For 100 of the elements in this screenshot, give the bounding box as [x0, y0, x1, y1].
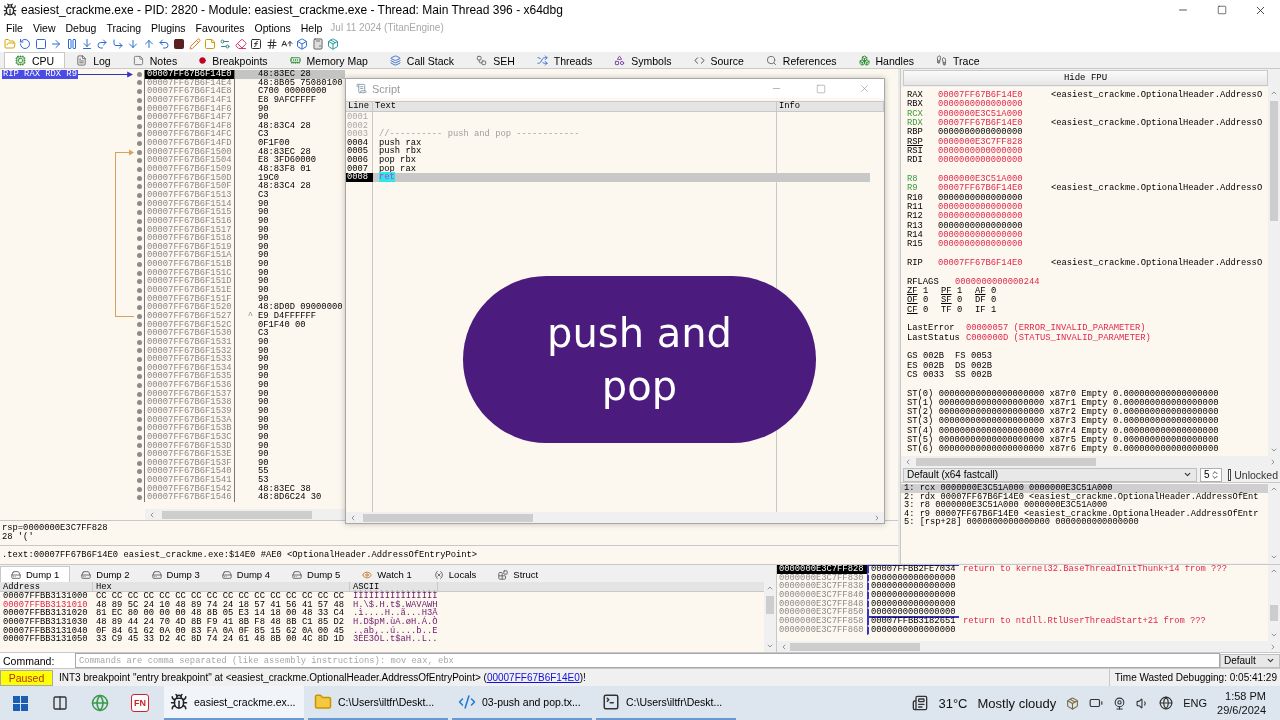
address-cell[interactable]: 00007FF67B6F1538	[144, 398, 235, 407]
argument-row[interactable]: 2: rdx 00007FF67B6F14E0 <easiest_crackme.OptionalHeader.AddressOfEnt	[901, 492, 1268, 501]
mode-dropdown[interactable]: Default	[1220, 653, 1280, 668]
address-cell[interactable]: 00007FF67B6F153A	[144, 415, 235, 425]
breakpoint-dot-icon[interactable]	[136, 486, 142, 492]
breakpoint-dot-icon[interactable]	[136, 158, 142, 164]
register-value[interactable]: 0000000E3C51A000	[938, 174, 1051, 185]
note-icon[interactable]	[204, 37, 217, 50]
right-chevron-icon[interactable]	[873, 513, 881, 522]
breakpoint-dot-icon[interactable]	[136, 175, 142, 181]
globe-icon[interactable]	[1159, 696, 1174, 710]
newspaper-icon[interactable]	[912, 695, 929, 711]
segment-value[interactable]: 002B	[923, 352, 955, 362]
address-cell[interactable]: 00007FF67B6F14FC	[144, 130, 235, 140]
tab[interactable]: Source	[682, 52, 755, 68]
column-header[interactable]: Text	[373, 102, 777, 111]
menu-item[interactable]: Favourites	[195, 21, 245, 34]
vertical-scrollbar[interactable]	[764, 582, 776, 652]
stack-address[interactable]: 0000000E3C7FF858	[777, 617, 867, 626]
address-cell[interactable]: 00007FF67B6F1515	[144, 208, 235, 217]
tab[interactable]: Breakpoints	[188, 52, 279, 68]
arrow-to-line-icon[interactable]	[80, 37, 93, 50]
address-cell[interactable]: 00007FF67B6F150D	[144, 173, 235, 183]
breakpoint-dot-icon[interactable]	[136, 279, 142, 285]
tab[interactable]: Dump 5	[281, 566, 352, 582]
hash-icon[interactable]	[265, 37, 278, 50]
stack-address[interactable]: 0000000E3C7FF850	[777, 608, 867, 618]
down-chevron-icon[interactable]	[1270, 446, 1278, 454]
tab[interactable]: Memory Map	[278, 52, 379, 68]
font-size-icon[interactable]	[281, 37, 294, 50]
filled-square-icon[interactable]	[173, 37, 186, 50]
register-value[interactable]: 00007FF67B6F14E0	[938, 119, 1051, 129]
tab[interactable]: CPU	[4, 52, 66, 68]
address-cell[interactable]: 00007FF67B6F153D	[144, 441, 235, 451]
breakpoint-dot-icon[interactable]	[136, 400, 142, 406]
square-icon[interactable]	[34, 37, 47, 50]
scroll-thumb[interactable]	[1270, 605, 1278, 621]
address-cell[interactable]: 00007FF67B6F1532	[144, 346, 235, 356]
breakpoint-dot-icon[interactable]	[136, 339, 142, 345]
address-cell[interactable]: 00007FF67B6F1541	[144, 476, 235, 485]
stack-address[interactable]: 0000000E3C7FF828	[777, 565, 867, 574]
vertical-scrollbar[interactable]	[1268, 565, 1280, 641]
breakpoint-dot-icon[interactable]	[136, 382, 142, 388]
right-chevron-icon[interactable]	[1269, 642, 1277, 651]
register-value[interactable]: 00000057 (ERROR_INVALID_PARAMETER)	[966, 324, 1146, 334]
eraser-icon[interactable]	[234, 37, 247, 50]
four-squares-icon[interactable]	[12, 695, 28, 711]
breakpoint-dot-icon[interactable]	[136, 80, 142, 86]
register-value[interactable]: 0000000000000000	[938, 212, 1051, 222]
breakpoint-dot-icon[interactable]	[136, 356, 142, 362]
right-chevron-icon[interactable]	[1269, 457, 1277, 466]
breakpoint-dot-icon[interactable]	[136, 166, 142, 172]
address-cell[interactable]: 00007FF67B6F1517	[144, 225, 235, 235]
tab[interactable]: Log	[65, 52, 122, 68]
address-cell[interactable]: 00007FF67B6F14E4	[144, 78, 235, 88]
column-header[interactable]: Address	[0, 582, 93, 592]
taskbar-app-button[interactable]: C:\Users\iltfr\Deskt...	[308, 686, 448, 720]
flag-value[interactable]: 0	[991, 296, 1001, 306]
breakpoint-dot-icon[interactable]	[136, 434, 142, 440]
breakpoint-dot-icon[interactable]	[136, 106, 142, 112]
address-cell[interactable]: 00007FF67B6F1509	[144, 165, 235, 174]
argument-row[interactable]: 3: r8 0000000E3C51A000 0000000E3C51A000	[901, 501, 1268, 510]
tab[interactable]: Dump 3	[140, 566, 211, 582]
address-cell[interactable]: 00007FF67B6F151A	[144, 251, 235, 261]
breakpoint-dot-icon[interactable]	[136, 210, 142, 216]
menu-item[interactable]: View	[32, 21, 56, 34]
address-cell[interactable]: 00007FF67B6F153B	[144, 424, 235, 433]
address-cell[interactable]: 00007FF67B6F1546	[144, 493, 235, 503]
menu-item[interactable]: File	[6, 21, 23, 34]
address-cell[interactable]: 00007FF67B6F153E	[144, 450, 235, 459]
address-cell[interactable]: 00007FF67B6F1539	[144, 407, 235, 416]
package-icon[interactable]	[327, 37, 340, 50]
function-icon[interactable]	[250, 37, 263, 50]
left-chevron-icon[interactable]	[780, 642, 788, 651]
breakpoint-dot-icon[interactable]	[136, 469, 142, 475]
menu-item[interactable]: Plugins	[151, 21, 186, 34]
address-cell[interactable]: 00007FF67B6F1535	[144, 372, 235, 382]
menu-item[interactable]: Debug	[65, 21, 97, 34]
vertical-scrollbar[interactable]	[1268, 483, 1280, 563]
tab[interactable]: Struct	[487, 566, 550, 582]
breakpoint-dot-icon[interactable]	[136, 313, 142, 319]
address-cell[interactable]: 00007FF67B6F151D	[144, 277, 235, 287]
breakpoint-dot-icon[interactable]	[136, 495, 142, 501]
address-cell[interactable]: 00007FF67B6F151C	[144, 268, 235, 278]
argument-row[interactable]: 1: rcx 0000000E3C51A000 0000000E3C51A000	[901, 484, 1268, 493]
address-cell[interactable]: 00007FF67B6F152C	[144, 320, 235, 330]
tab[interactable]: Dump 1	[0, 566, 71, 582]
register-value[interactable]: 0000000E3C7FF828	[938, 137, 1051, 147]
breakpoint-dot-icon[interactable]	[136, 97, 142, 103]
script-line[interactable]: pop rbx	[373, 155, 777, 165]
breakpoint-dot-icon[interactable]	[136, 443, 142, 449]
breakpoint-dot-icon[interactable]	[136, 149, 142, 155]
breakpoint-dot-icon[interactable]	[136, 391, 142, 397]
up-chevron-icon[interactable]	[766, 584, 774, 592]
segment-value[interactable]: 002B	[971, 361, 995, 371]
app-tile[interactable]: FN	[131, 694, 149, 712]
breakpoint-dot-icon[interactable]	[136, 408, 142, 414]
address-cell[interactable]: 00007FF67B6F14F1	[144, 95, 235, 105]
segment-value[interactable]: 002B	[971, 370, 995, 381]
scroll-thumb[interactable]	[790, 642, 920, 651]
